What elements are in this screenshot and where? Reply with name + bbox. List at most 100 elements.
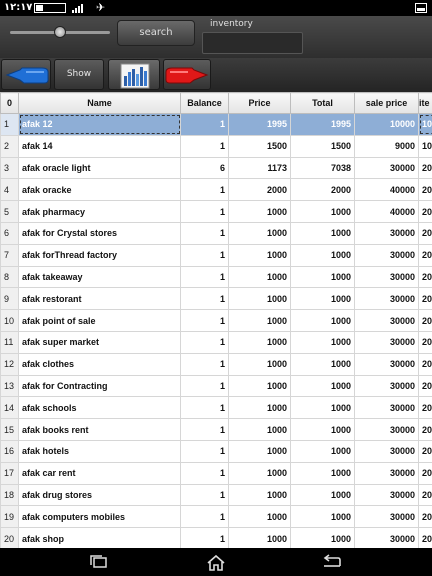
sale-price-cell[interactable]: 10000 bbox=[354, 113, 419, 136]
price-cell[interactable]: 1000 bbox=[228, 418, 291, 441]
header-total[interactable]: Total bbox=[290, 92, 355, 114]
price-cell[interactable]: 1000 bbox=[228, 374, 291, 398]
row-index[interactable]: 10 bbox=[0, 309, 19, 332]
item-cell[interactable]: 20 bbox=[418, 505, 432, 529]
total-cell[interactable]: 1000 bbox=[290, 418, 355, 441]
price-cell[interactable]: 1000 bbox=[228, 352, 291, 376]
item-name[interactable]: afak pharmacy bbox=[18, 200, 181, 223]
balance-cell[interactable]: 1 bbox=[180, 265, 229, 289]
sale-price-cell[interactable]: 30000 bbox=[354, 374, 419, 398]
balance-cell[interactable]: 1 bbox=[180, 527, 229, 548]
total-cell[interactable]: 1000 bbox=[290, 200, 355, 223]
item-name[interactable]: afak point of sale bbox=[18, 309, 181, 332]
sale-price-cell[interactable]: 30000 bbox=[354, 352, 419, 376]
header-index[interactable]: 0 bbox=[0, 92, 19, 114]
row-index[interactable]: 18 bbox=[0, 483, 19, 507]
item-name[interactable]: afak 14 bbox=[18, 134, 181, 158]
sale-price-cell[interactable]: 30000 bbox=[354, 527, 419, 548]
item-name[interactable]: afak drug stores bbox=[18, 483, 181, 507]
row-index[interactable]: 20 bbox=[0, 527, 19, 548]
item-name[interactable]: afak clothes bbox=[18, 352, 181, 376]
price-cell[interactable]: 1000 bbox=[228, 287, 291, 311]
item-name[interactable]: afak books rent bbox=[18, 418, 181, 441]
table-row[interactable]: 16 afak hotels 1 1000 1000 30000 20 bbox=[0, 439, 432, 463]
table-row[interactable]: 9 afak restorant 1 1000 1000 30000 20 bbox=[0, 287, 432, 311]
header-name[interactable]: Name bbox=[18, 92, 181, 114]
price-cell[interactable]: 1173 bbox=[228, 156, 291, 180]
inventory-input[interactable] bbox=[202, 32, 303, 54]
row-index[interactable]: 3 bbox=[0, 156, 19, 180]
total-cell[interactable]: 7038 bbox=[290, 156, 355, 180]
total-cell[interactable]: 1000 bbox=[290, 287, 355, 311]
sale-price-cell[interactable]: 30000 bbox=[354, 265, 419, 289]
item-cell[interactable]: 20 bbox=[418, 352, 432, 376]
balance-cell[interactable]: 1 bbox=[180, 396, 229, 420]
table-row[interactable]: 1 afak 12 1 1995 1995 10000 10 bbox=[0, 113, 432, 136]
show-button[interactable]: Show bbox=[54, 59, 104, 90]
item-name[interactable]: afak oracke bbox=[18, 178, 181, 202]
table-row[interactable]: 4 afak oracke 1 2000 2000 40000 20 bbox=[0, 178, 432, 202]
item-name[interactable]: afak 12 bbox=[18, 113, 181, 136]
balance-cell[interactable]: 1 bbox=[180, 134, 229, 158]
item-cell[interactable]: 20 bbox=[418, 200, 432, 223]
price-cell[interactable]: 1000 bbox=[228, 396, 291, 420]
item-cell[interactable]: 20 bbox=[418, 439, 432, 463]
balance-cell[interactable]: 1 bbox=[180, 439, 229, 463]
item-cell[interactable]: 20 bbox=[418, 287, 432, 311]
item-cell[interactable]: 20 bbox=[418, 178, 432, 202]
sale-price-cell[interactable]: 30000 bbox=[354, 483, 419, 507]
item-name[interactable]: afak shop bbox=[18, 527, 181, 548]
row-index[interactable]: 12 bbox=[0, 352, 19, 376]
price-cell[interactable]: 1000 bbox=[228, 527, 291, 548]
table-row[interactable]: 12 afak clothes 1 1000 1000 30000 20 bbox=[0, 352, 432, 376]
item-name[interactable]: afak oracle light bbox=[18, 156, 181, 180]
chart-button[interactable] bbox=[108, 59, 160, 90]
sale-price-cell[interactable]: 30000 bbox=[354, 439, 419, 463]
table-row[interactable]: 14 afak schools 1 1000 1000 30000 20 bbox=[0, 396, 432, 420]
total-cell[interactable]: 1000 bbox=[290, 330, 355, 354]
row-index[interactable]: 8 bbox=[0, 265, 19, 289]
sale-price-cell[interactable]: 30000 bbox=[354, 156, 419, 180]
sale-price-cell[interactable]: 30000 bbox=[354, 309, 419, 332]
item-name[interactable]: afak hotels bbox=[18, 439, 181, 463]
item-cell[interactable]: 10 bbox=[418, 134, 432, 158]
search-button[interactable]: search bbox=[117, 20, 195, 46]
balance-cell[interactable]: 1 bbox=[180, 374, 229, 398]
balance-cell[interactable]: 1 bbox=[180, 221, 229, 245]
sale-price-cell[interactable]: 30000 bbox=[354, 396, 419, 420]
item-cell[interactable]: 20 bbox=[418, 330, 432, 354]
row-index[interactable]: 6 bbox=[0, 221, 19, 245]
item-name[interactable]: afak forThread factory bbox=[18, 243, 181, 267]
previous-button[interactable] bbox=[1, 59, 51, 90]
balance-cell[interactable]: 1 bbox=[180, 352, 229, 376]
table-row[interactable]: 19 afak computers mobiles 1 1000 1000 30000 20 bbox=[0, 505, 432, 529]
table-row[interactable]: 20 afak shop 1 1000 1000 30000 20 bbox=[0, 527, 432, 548]
item-cell[interactable]: 20 bbox=[418, 374, 432, 398]
balance-cell[interactable]: 1 bbox=[180, 461, 229, 485]
row-index[interactable]: 14 bbox=[0, 396, 19, 420]
item-cell[interactable]: 20 bbox=[418, 418, 432, 441]
total-cell[interactable]: 1000 bbox=[290, 352, 355, 376]
row-index[interactable]: 5 bbox=[0, 200, 19, 223]
item-cell[interactable]: 20 bbox=[418, 483, 432, 507]
price-cell[interactable]: 1000 bbox=[228, 330, 291, 354]
row-index[interactable]: 19 bbox=[0, 505, 19, 529]
price-cell[interactable]: 1000 bbox=[228, 309, 291, 332]
total-cell[interactable]: 1000 bbox=[290, 527, 355, 548]
header-sale-price[interactable]: sale price bbox=[354, 92, 419, 114]
row-index[interactable]: 17 bbox=[0, 461, 19, 485]
balance-cell[interactable]: 1 bbox=[180, 200, 229, 223]
sale-price-cell[interactable]: 30000 bbox=[354, 461, 419, 485]
total-cell[interactable]: 1000 bbox=[290, 505, 355, 529]
table-row[interactable]: 13 afak for Contracting 1 1000 1000 30000 20 bbox=[0, 374, 432, 398]
table-row[interactable]: 17 afak car rent 1 1000 1000 30000 20 bbox=[0, 461, 432, 485]
price-cell[interactable]: 1000 bbox=[228, 483, 291, 507]
total-cell[interactable]: 1000 bbox=[290, 439, 355, 463]
row-index[interactable]: 11 bbox=[0, 330, 19, 354]
item-cell[interactable]: 20 bbox=[418, 243, 432, 267]
recent-apps-icon[interactable] bbox=[88, 554, 110, 570]
header-balance[interactable]: Balance bbox=[180, 92, 229, 114]
table-row[interactable]: 10 afak point of sale 1 1000 1000 30000 20 bbox=[0, 309, 432, 332]
item-name[interactable]: afak car rent bbox=[18, 461, 181, 485]
total-cell[interactable]: 1000 bbox=[290, 483, 355, 507]
